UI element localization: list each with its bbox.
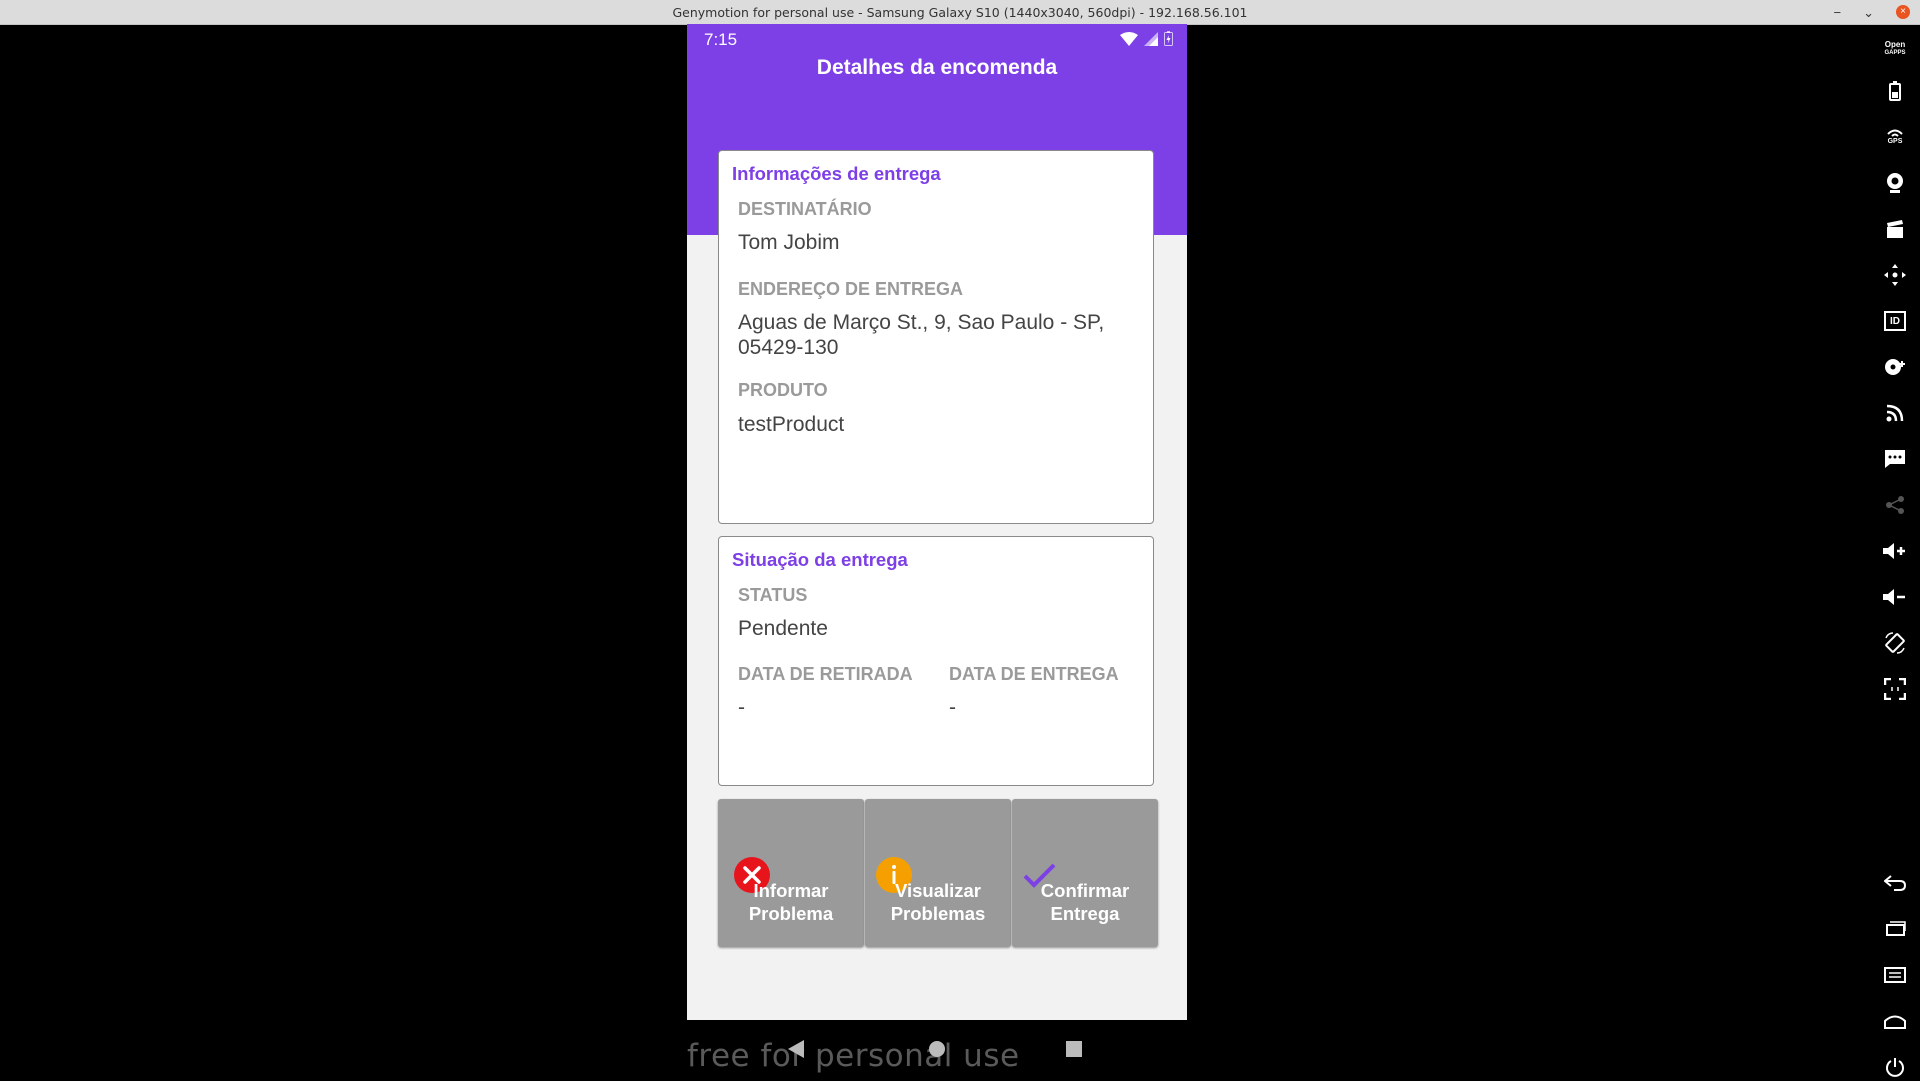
screen-record-icon[interactable] <box>1881 215 1909 243</box>
minimize-button[interactable]: − <box>1834 6 1842 19</box>
power-icon[interactable] <box>1881 1053 1909 1081</box>
back-icon[interactable] <box>788 1040 804 1058</box>
emulator-toolbar: Open GAPPS GPS ID <box>1870 30 1920 1080</box>
product-label: PRODUTO <box>738 380 828 400</box>
report-problem-label: Informar Problema <box>748 880 834 924</box>
maximize-button[interactable]: ⌄ <box>1863 6 1874 19</box>
share-icon[interactable] <box>1881 491 1909 519</box>
open-gapps-icon[interactable]: Open GAPPS <box>1881 35 1909 63</box>
gps-label: GPS <box>1887 138 1903 145</box>
cell-signal-icon <box>1144 31 1158 46</box>
close-button[interactable]: × <box>1896 5 1910 19</box>
status-clock: 7:15 <box>704 30 738 49</box>
recipient-label: DESTINATÁRIO <box>738 199 872 219</box>
back-arrow-icon[interactable] <box>1881 869 1909 897</box>
pixel-perfect-icon[interactable] <box>1881 675 1909 703</box>
gps-icon[interactable]: GPS <box>1881 123 1909 151</box>
menu-icon[interactable] <box>1881 961 1909 989</box>
network-rss-icon[interactable] <box>1881 399 1909 427</box>
confirm-delivery-label: Confirmar Entrega <box>1040 880 1130 924</box>
recipient-value: Tom Jobim <box>738 231 840 254</box>
battery-icon <box>1164 31 1173 46</box>
device-screen: 7:15 Detalhes da encomenda Informações d… <box>687 24 1187 1020</box>
delivery-info-title: Informações de entrega <box>732 163 941 184</box>
open-gapps-label-line1: Open <box>1884 40 1906 49</box>
webcam-icon[interactable] <box>1881 169 1909 197</box>
window-title: Genymotion for personal use - Samsung Ga… <box>672 4 1248 20</box>
view-problems-button[interactable]: Visualizar Problemas <box>865 799 1011 947</box>
android-nav-bar: free for personal use <box>687 1020 1187 1080</box>
recents-icon[interactable] <box>1066 1041 1082 1057</box>
open-gapps-label-line2: GAPPS <box>1884 50 1906 56</box>
window-title-bar: Genymotion for personal use - Samsung Ga… <box>0 0 1920 25</box>
pickup-date-label: DATA DE RETIRADA <box>738 664 913 684</box>
status-icons <box>1120 31 1173 46</box>
delivery-status-title: Situação da entrega <box>732 549 908 570</box>
page-title: Detalhes da encomenda <box>816 56 1058 79</box>
rotate-icon[interactable] <box>1881 629 1909 657</box>
sms-icon[interactable] <box>1881 445 1909 473</box>
delivery-status-card: Situação da entrega STATUS Pendente DATA… <box>718 536 1154 786</box>
delivery-info-card: Informações de entrega DESTINATÁRIO Tom … <box>718 150 1154 524</box>
home-house-icon[interactable] <box>1881 1007 1909 1035</box>
volume-up-icon[interactable] <box>1881 537 1909 565</box>
move-icon[interactable] <box>1881 261 1909 289</box>
delivery-date-value: - <box>949 696 956 719</box>
device-id-label: ID <box>1890 315 1900 327</box>
battery-icon[interactable] <box>1881 77 1909 105</box>
device-id-icon[interactable]: ID <box>1881 307 1909 335</box>
wifi-icon <box>1120 31 1138 46</box>
view-problems-label: Visualizar Problemas <box>890 880 986 924</box>
watermark-text: free for personal use <box>687 1038 1020 1074</box>
status-label: STATUS <box>738 585 808 605</box>
confirm-delivery-button[interactable]: Confirmar Entrega <box>1012 799 1158 947</box>
report-problem-button[interactable]: Informar Problema <box>718 799 864 947</box>
disk-io-icon[interactable] <box>1881 353 1909 381</box>
address-value: Aguas de Março St., 9, Sao Paulo - SP, 0… <box>738 311 1105 359</box>
volume-down-icon[interactable] <box>1881 583 1909 611</box>
window-controls: − ⌄ × <box>1834 0 1910 24</box>
home-icon[interactable] <box>929 1041 945 1057</box>
android-status-bar: 7:15 <box>687 24 1187 54</box>
delivery-date-label: DATA DE ENTREGA <box>949 664 1119 684</box>
address-label: ENDEREÇO DE ENTREGA <box>738 279 964 299</box>
product-value: testProduct <box>738 413 845 436</box>
pickup-date-value: - <box>738 696 745 719</box>
status-value: Pendente <box>738 617 828 640</box>
recent-apps-icon[interactable] <box>1881 915 1909 943</box>
